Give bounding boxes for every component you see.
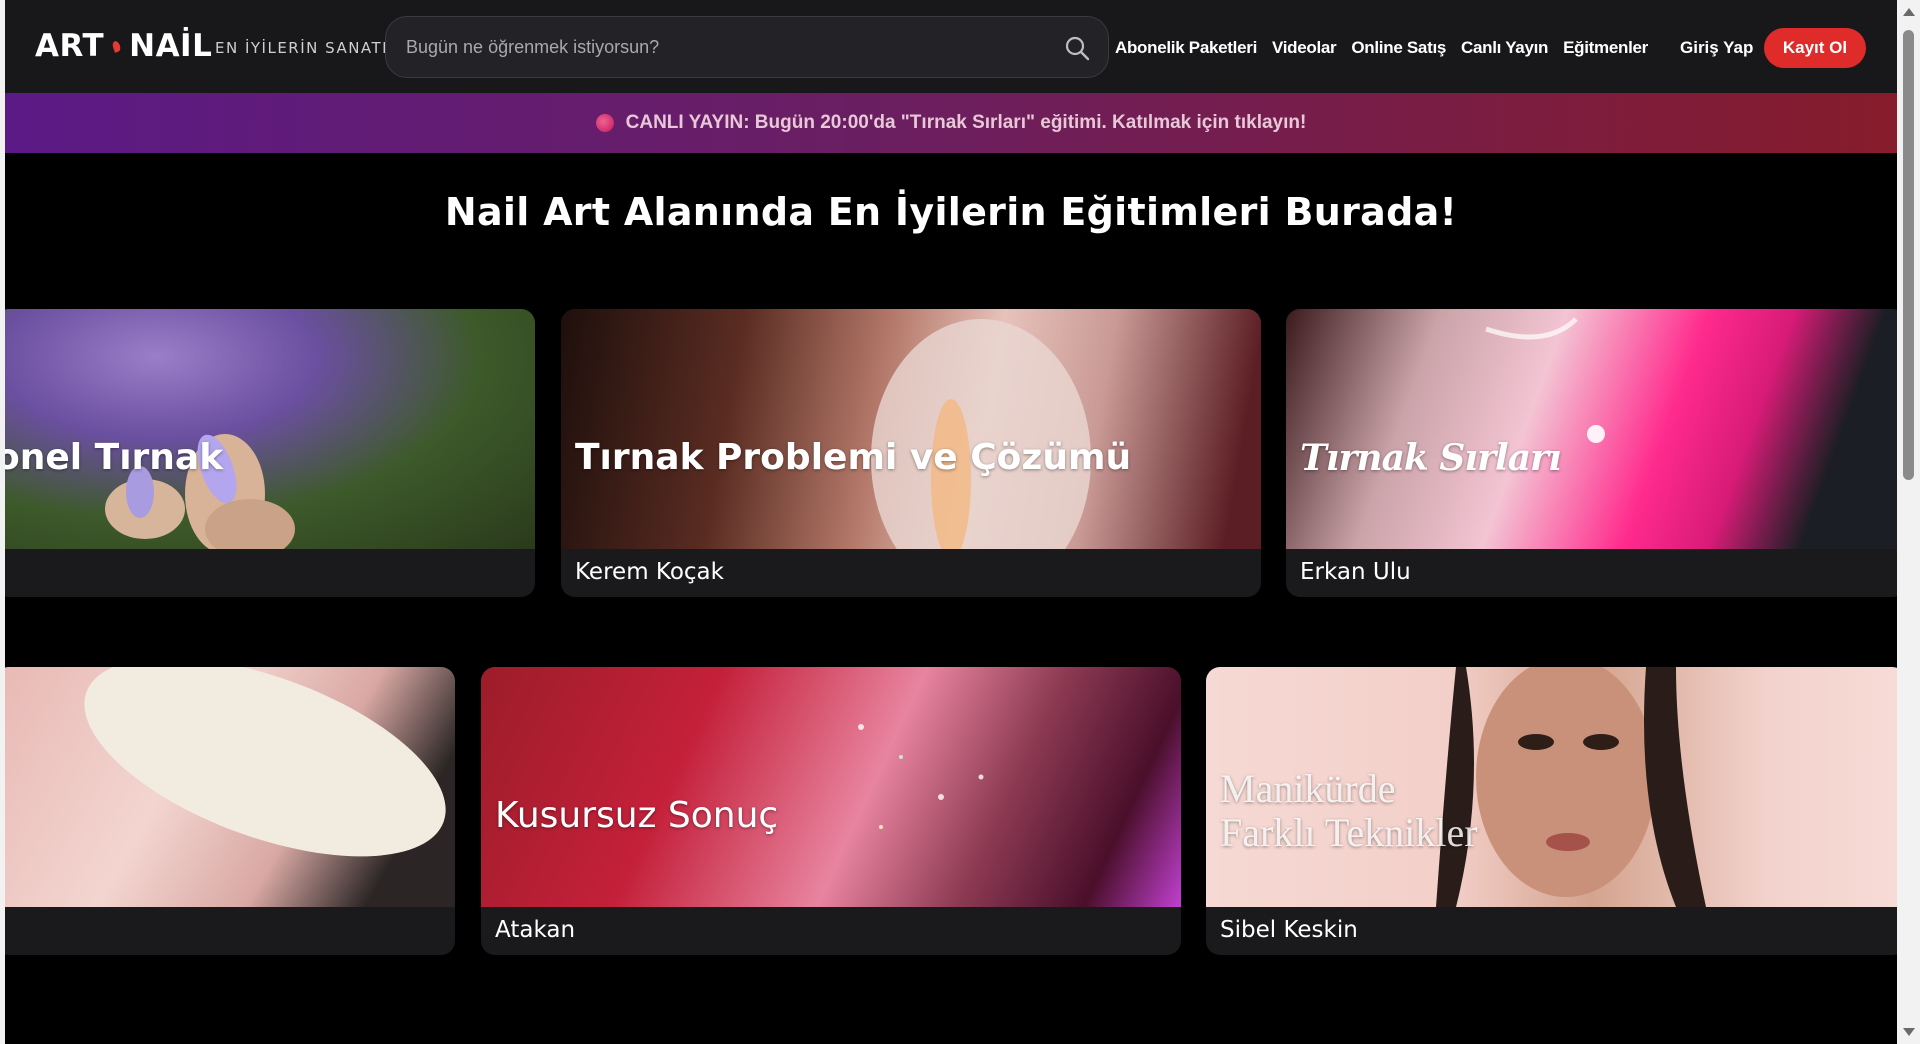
course-card[interactable]: Tırnak Sırları Erkan Ulu: [1286, 309, 1897, 597]
course-thumbnail-nail-file: [5, 667, 455, 907]
course-thumbnail-lavender: [5, 309, 535, 549]
course-author: Atakan: [495, 917, 576, 943]
nav-live-stream[interactable]: Canlı Yayın: [1461, 38, 1548, 58]
nav-instructors[interactable]: Eğitmenler: [1563, 38, 1648, 58]
nav-videos[interactable]: Videolar: [1272, 38, 1337, 58]
nail-file-image: [84, 667, 446, 857]
nail-closeup-image: [871, 319, 1091, 549]
course-title-line2: Farklı Teknikler: [1220, 810, 1478, 855]
nav-subscriptions[interactable]: Abonelik Paketleri: [1115, 38, 1257, 58]
course-thumbnail-perfect-result: [481, 667, 1181, 907]
logo-text-left: ART: [35, 28, 105, 64]
course-title: Tırnak Problemi ve Çözümü: [575, 437, 1132, 478]
course-author: Sibel Keskin: [1220, 917, 1358, 943]
login-link[interactable]: Giriş Yap: [1680, 38, 1753, 58]
logo-brush-icon: [111, 39, 122, 53]
course-title: onel Tırnak: [5, 437, 224, 478]
course-author: Erkan Ulu: [1300, 559, 1411, 585]
course-title: Kusursuz Sonuç: [495, 795, 779, 836]
course-author: Kerem Koçak: [575, 559, 724, 585]
site-logo[interactable]: ART NAİL: [35, 28, 212, 64]
course-card[interactable]: onel Tırnak: [5, 309, 535, 597]
scrollbar-thumb[interactable]: [1903, 30, 1914, 480]
site-header: ART NAİL EN İYİLERİN SANATI Abonelik Pak…: [5, 0, 1897, 93]
nav-online-sales[interactable]: Online Satış: [1351, 38, 1446, 58]
page: ART NAİL EN İYİLERİN SANATI Abonelik Pak…: [5, 0, 1897, 1044]
page-title: Nail Art Alanında En İyilerin Eğitimleri…: [444, 190, 1458, 234]
course-card[interactable]: Tırnak Problemi ve Çözümü Kerem Koçak: [561, 309, 1261, 597]
course-thumbnail-nail-secrets: [1286, 309, 1897, 549]
page-scrollbar[interactable]: [1897, 0, 1920, 1044]
lavender-nails-image: [105, 434, 295, 549]
glitter-nail-image: [858, 724, 984, 829]
course-card[interactable]: Kusursuz Sonuç Atakan: [481, 667, 1181, 955]
course-title: Tırnak Sırları: [1300, 437, 1562, 479]
course-title-line1: Manikürde: [1220, 766, 1396, 811]
search-box: [385, 16, 1109, 78]
course-thumbnail-nail-problem: [561, 309, 1261, 549]
live-indicator-icon: [595, 114, 614, 132]
course-title: Manikürde Farklı Teknikler: [1220, 767, 1478, 855]
live-banner-text: CANLI YAYIN: Bugün 20:00'da "Tırnak Sırl…: [625, 112, 1307, 133]
scroll-down-arrow-icon[interactable]: [1903, 1028, 1915, 1036]
search-icon[interactable]: [1064, 35, 1090, 61]
course-card[interactable]: [5, 667, 455, 955]
scroll-up-arrow-icon[interactable]: [1903, 8, 1915, 16]
search-input[interactable]: [406, 17, 1036, 77]
main-nav: Abonelik Paketleri Videolar Online Satış…: [1115, 38, 1663, 58]
live-banner[interactable]: CANLI YAYIN: Bugün 20:00'da "Tırnak Sırl…: [5, 93, 1897, 153]
tagline: EN İYİLERİN SANATI: [215, 39, 389, 57]
course-card[interactable]: Manikürde Farklı Teknikler Sibel Keskin: [1206, 667, 1897, 955]
pink-nail-image: [1485, 317, 1605, 443]
signup-button[interactable]: Kayıt Ol: [1764, 28, 1866, 68]
logo-text-right: NAİL: [129, 28, 213, 64]
